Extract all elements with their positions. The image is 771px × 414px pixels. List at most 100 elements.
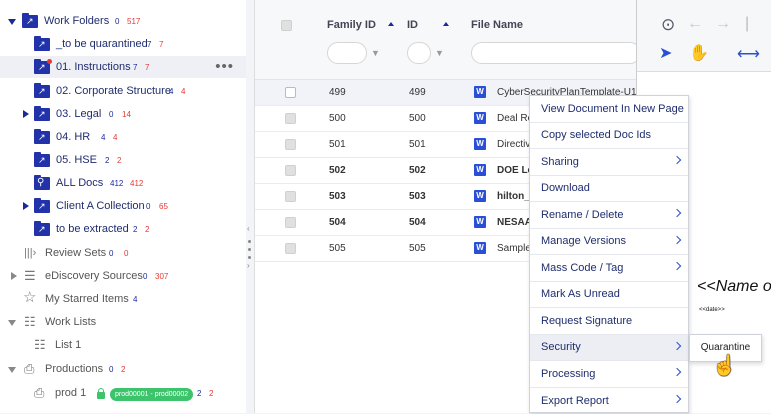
tree-item-to-be-quarantined[interactable]: ↗ _to be quarantined 7 7: [0, 33, 246, 55]
bates-range-badge: prod00001 - prod00002: [110, 388, 193, 401]
review-sets-icon: |||›: [24, 247, 36, 260]
chevron-right-icon[interactable]: [23, 202, 29, 210]
menu-item-label: Export Report: [541, 395, 609, 407]
filter-icon[interactable]: ▼: [371, 48, 380, 58]
row-checkbox[interactable]: [285, 113, 296, 124]
collapse-left-icon[interactable]: ‹: [247, 224, 250, 233]
row-checkbox[interactable]: [285, 243, 296, 254]
tree-item-hr[interactable]: ↗ 04. HR 4 4: [0, 126, 246, 148]
chevron-right-icon: [673, 156, 681, 164]
play-circle-icon[interactable]: ⊙: [661, 17, 675, 33]
file-name-filter-input[interactable]: [471, 42, 641, 64]
doc-count: 4: [101, 133, 105, 142]
panel-splitter[interactable]: ‹ ›: [246, 0, 254, 413]
row-checkbox[interactable]: [285, 217, 296, 228]
tree-item-instructions[interactable]: ↗ 01. Instructions 7 7 •••: [0, 56, 246, 78]
back-arrow-icon[interactable]: ←: [687, 16, 703, 32]
word-icon: W: [474, 190, 486, 202]
menu-item-label: Copy selected Doc Ids: [541, 129, 651, 141]
tree-item-review-sets[interactable]: |||› Review Sets 0 0: [0, 242, 246, 264]
tree-item-label: Productions: [45, 363, 103, 375]
menu-item-download[interactable]: Download: [530, 176, 688, 203]
sort-asc-icon[interactable]: [443, 22, 449, 26]
sort-asc-icon[interactable]: [388, 22, 394, 26]
pointer-icon[interactable]: ➤: [659, 46, 672, 62]
tree-item-hse[interactable]: ↗ 05. HSE 2 2: [0, 149, 246, 171]
chevron-right-icon: [673, 235, 681, 243]
expand-right-icon[interactable]: ›: [247, 261, 250, 270]
row-checkbox[interactable]: [285, 139, 296, 150]
tree-item-my-starred-items[interactable]: ☆ My Starred Items 4: [0, 288, 246, 310]
sidebar: ↗ Work Folders 0 517 ↗ _to be quarantine…: [0, 0, 246, 413]
more-options-icon[interactable]: •••: [215, 58, 234, 75]
tree-item-work-folders[interactable]: ↗ Work Folders 0 517: [0, 10, 246, 32]
file-name-cell: hilton_: [497, 191, 530, 202]
menu-item-label: Security: [541, 341, 581, 353]
menu-item-view-document[interactable]: View Document In New Page: [530, 96, 688, 123]
column-header-family-id[interactable]: Family ID: [327, 19, 376, 31]
chevron-right-icon[interactable]: [23, 110, 29, 118]
tree-item-to-be-extracted[interactable]: ↗ to be extracted 2 2: [0, 218, 246, 240]
id-cell: 504: [409, 217, 426, 228]
menu-item-copy-doc-ids[interactable]: Copy selected Doc Ids: [530, 123, 688, 150]
folder-icon: ↗: [34, 108, 50, 121]
tree-item-work-lists[interactable]: ☷ Work Lists: [0, 311, 246, 333]
tree-item-client-a-collection[interactable]: ↗ Client A Collection 0 65: [0, 195, 246, 217]
menu-item-mass-code-tag[interactable]: Mass Code / Tag: [530, 255, 688, 282]
menu-item-security[interactable]: Security: [530, 335, 688, 362]
chevron-down-icon[interactable]: [8, 367, 16, 373]
doc-count: 4: [133, 295, 137, 304]
file-name-cell: Directiv: [497, 139, 530, 150]
tree-item-all-docs[interactable]: ⚲ ALL Docs 412 412: [0, 172, 246, 194]
splitter-grip-dot: [248, 248, 251, 251]
doc-count-red: 2: [145, 225, 149, 234]
menu-item-processing[interactable]: Processing: [530, 361, 688, 388]
tree-item-corporate-structure[interactable]: ↗ 02. Corporate Structure 4 4: [0, 80, 246, 102]
menu-item-mark-as-unread[interactable]: Mark As Unread: [530, 282, 688, 309]
word-icon: W: [474, 216, 486, 228]
menu-item-export-report[interactable]: Export Report: [530, 388, 688, 414]
list-icon: ☷: [34, 338, 46, 351]
tree-item-label: 02. Corporate Structure: [56, 85, 171, 97]
hand-icon[interactable]: ✋: [689, 46, 709, 62]
filter-icon[interactable]: ▼: [435, 48, 444, 58]
tree-item-label: to be extracted: [56, 223, 129, 235]
doc-count-red: 2: [209, 389, 213, 398]
family-id-filter-input[interactable]: [327, 42, 367, 64]
menu-item-sharing[interactable]: Sharing: [530, 149, 688, 176]
chevron-right-icon[interactable]: [11, 272, 17, 280]
file-name-cell: NESAA: [497, 217, 532, 228]
row-checkbox[interactable]: [285, 165, 296, 176]
menu-item-label: Sharing: [541, 156, 579, 168]
tree-item-ediscovery-sources[interactable]: ☰ eDiscovery Sources 0 307: [0, 265, 246, 287]
menu-item-label: Rename / Delete: [541, 209, 624, 221]
id-filter-input[interactable]: [407, 42, 431, 64]
menu-item-label: Request Signature: [541, 315, 632, 327]
select-all-checkbox[interactable]: [281, 20, 292, 31]
doc-count-red: 412: [130, 179, 143, 188]
chevron-down-icon[interactable]: [8, 320, 16, 326]
tree-item-label: Work Lists: [45, 316, 96, 328]
word-icon: W: [474, 164, 486, 176]
column-header-id[interactable]: ID: [407, 19, 418, 31]
tree-item-prod-1[interactable]: ⎙ prod 1 prod00001 - prod00002 2 2: [0, 382, 246, 404]
forward-arrow-icon[interactable]: →: [715, 16, 731, 32]
column-header-file-name[interactable]: File Name: [471, 19, 523, 31]
cursor-hand-icon: ☝: [712, 356, 737, 376]
menu-item-rename-delete[interactable]: Rename / Delete: [530, 202, 688, 229]
chevron-down-icon[interactable]: [8, 19, 16, 25]
doc-count: 2: [133, 225, 137, 234]
doc-count-red: 517: [127, 17, 140, 26]
chevron-right-icon: [673, 262, 681, 270]
doc-count: 0: [109, 249, 113, 258]
grid-header: Family ID ID File Name ▼ ▼: [255, 0, 637, 80]
menu-item-request-signature[interactable]: Request Signature: [530, 308, 688, 335]
fit-width-icon[interactable]: ⟷: [737, 47, 760, 63]
tree-item-productions[interactable]: ⎙ Productions 0 2: [0, 358, 246, 380]
doc-count-red: 7: [145, 63, 149, 72]
tree-item-legal[interactable]: ↗ 03. Legal 0 14: [0, 103, 246, 125]
tree-item-list-1[interactable]: ☷ List 1: [0, 334, 246, 356]
menu-item-manage-versions[interactable]: Manage Versions: [530, 229, 688, 256]
row-checkbox[interactable]: [285, 191, 296, 202]
row-checkbox[interactable]: [285, 87, 296, 98]
